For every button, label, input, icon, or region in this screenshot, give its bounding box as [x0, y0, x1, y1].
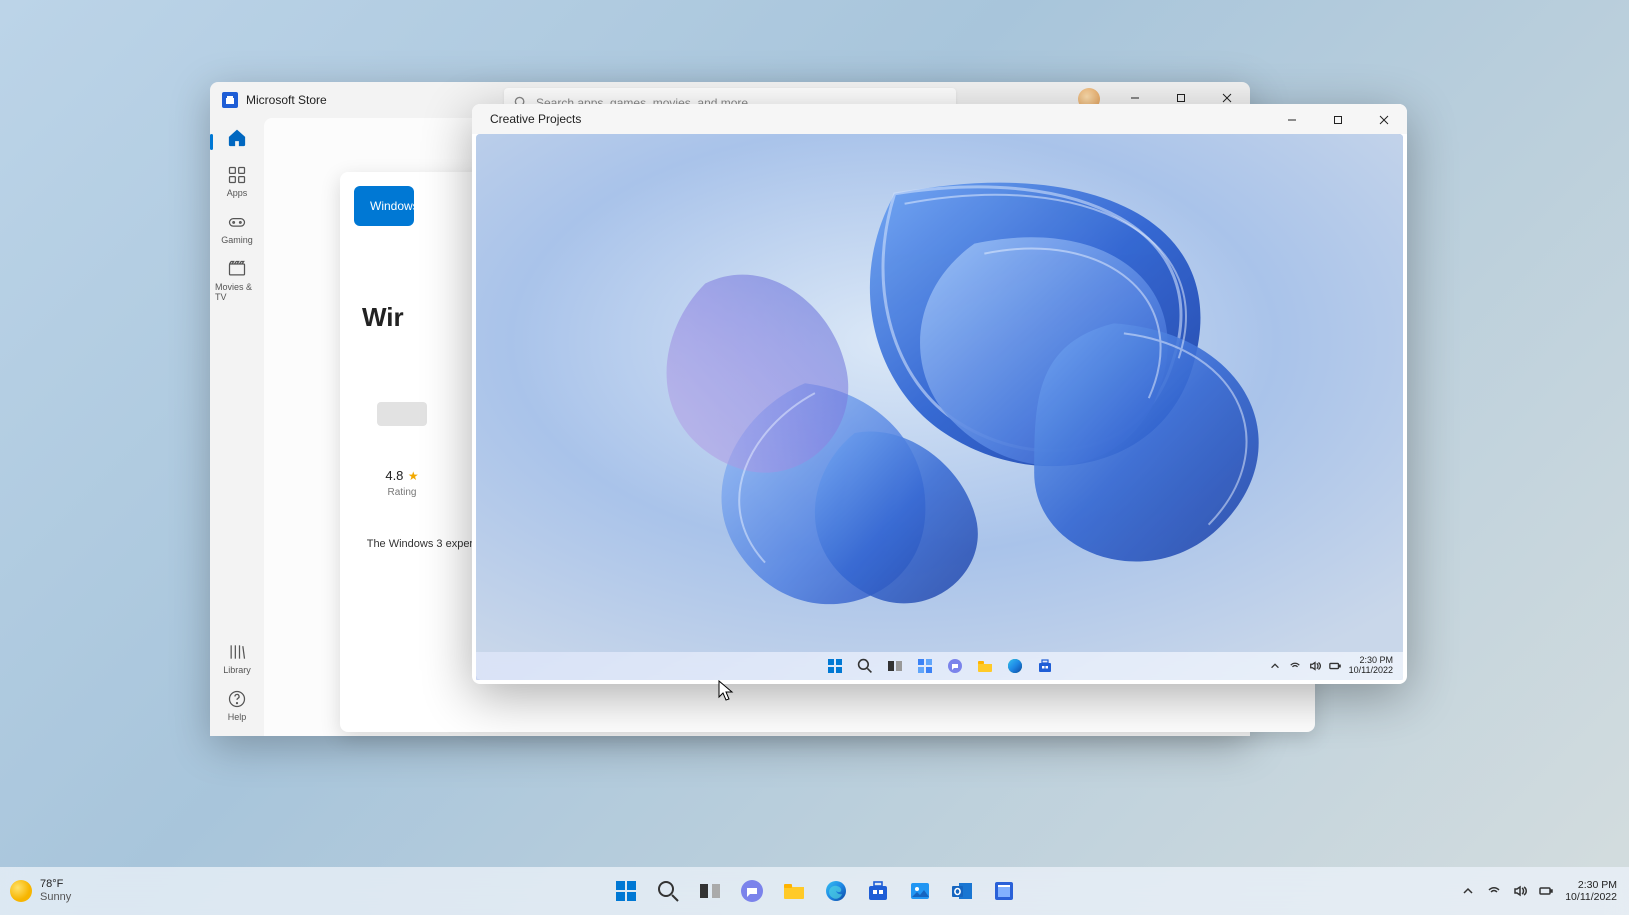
host-start-button[interactable]	[612, 877, 640, 905]
nav-help[interactable]: Help	[215, 689, 259, 722]
host-store-button[interactable]	[864, 877, 892, 905]
mouse-cursor	[718, 680, 734, 702]
product-hero-tile: Windows	[354, 186, 414, 226]
store-sidebar: Apps Gaming Movies & TV Library Help	[210, 118, 264, 736]
star-icon: ★	[408, 469, 419, 483]
sandbox-edge-button[interactable]	[1006, 657, 1024, 675]
creative-minimize-button[interactable]	[1269, 104, 1315, 136]
nav-gaming[interactable]: Gaming	[215, 212, 259, 245]
apps-icon	[227, 165, 247, 185]
nav-home[interactable]	[215, 128, 259, 151]
sandbox-explorer-button[interactable]	[976, 657, 994, 675]
sandbox-search-button[interactable]	[856, 657, 874, 675]
host-photos-button[interactable]	[906, 877, 934, 905]
sandbox-wifi-icon[interactable]	[1289, 660, 1301, 672]
host-weather-cond: Sunny	[40, 891, 71, 904]
product-hero-label: Windows	[370, 199, 419, 213]
nav-apps[interactable]: Apps	[215, 165, 259, 198]
host-outlook-button[interactable]	[948, 877, 976, 905]
host-search-button[interactable]	[654, 877, 682, 905]
sandbox-store-button[interactable]	[1036, 657, 1054, 675]
sandbox-clock[interactable]: 2:30 PM 10/11/2022	[1349, 656, 1393, 676]
product-action-button[interactable]	[377, 402, 427, 426]
movies-icon	[227, 259, 247, 279]
host-edge-button[interactable]	[822, 877, 850, 905]
home-icon	[227, 128, 247, 148]
nav-library[interactable]: Library	[215, 642, 259, 675]
creative-maximize-button[interactable]	[1315, 104, 1361, 136]
library-icon	[227, 642, 247, 662]
help-icon	[227, 689, 247, 709]
store-title: Microsoft Store	[246, 93, 327, 107]
creative-close-button[interactable]	[1361, 104, 1407, 136]
product-rating-label: Rating	[352, 487, 452, 498]
product-rating-block: 4.8 ★ Rating	[352, 467, 452, 498]
store-app-icon	[222, 92, 238, 108]
host-clock[interactable]: 2:30 PM 10/11/2022	[1565, 879, 1617, 903]
host-taskbar: 78°F Sunny	[0, 867, 1629, 915]
host-explorer-button[interactable]	[780, 877, 808, 905]
sandbox-start-button[interactable]	[826, 657, 844, 675]
sandbox-battery-icon[interactable]	[1329, 660, 1341, 672]
sandbox-taskview-button[interactable]	[886, 657, 904, 675]
product-title-partial: Wir	[362, 302, 404, 333]
sandbox-desktop[interactable]: 2:30 PM 10/11/2022	[476, 134, 1403, 680]
creative-title: Creative Projects	[490, 112, 581, 126]
sandbox-wallpaper	[476, 134, 1403, 652]
host-weather-temp: 78°F	[40, 878, 71, 891]
host-battery-icon[interactable]	[1539, 884, 1553, 898]
product-rating-value: 4.8	[385, 468, 403, 483]
host-sandbox-app-button[interactable]	[990, 877, 1018, 905]
nav-movies[interactable]: Movies & TV	[215, 259, 259, 302]
sandbox-volume-icon[interactable]	[1309, 660, 1321, 672]
sandbox-taskbar: 2:30 PM 10/11/2022	[476, 652, 1403, 680]
host-chat-button[interactable]	[738, 877, 766, 905]
host-weather-widget[interactable]: 78°F Sunny	[10, 878, 71, 903]
sandbox-widgets-button[interactable]	[916, 657, 934, 675]
sun-icon	[10, 880, 32, 902]
sandbox-chat-button[interactable]	[946, 657, 964, 675]
gaming-icon	[227, 212, 247, 232]
creative-projects-window: Creative Projects	[472, 104, 1407, 684]
creative-titlebar[interactable]: Creative Projects	[472, 104, 1407, 134]
host-taskview-button[interactable]	[696, 877, 724, 905]
host-tray-chevron-icon[interactable]	[1461, 884, 1475, 898]
sandbox-tray-chevron-icon[interactable]	[1269, 660, 1281, 672]
host-volume-icon[interactable]	[1513, 884, 1527, 898]
host-wifi-icon[interactable]	[1487, 884, 1501, 898]
